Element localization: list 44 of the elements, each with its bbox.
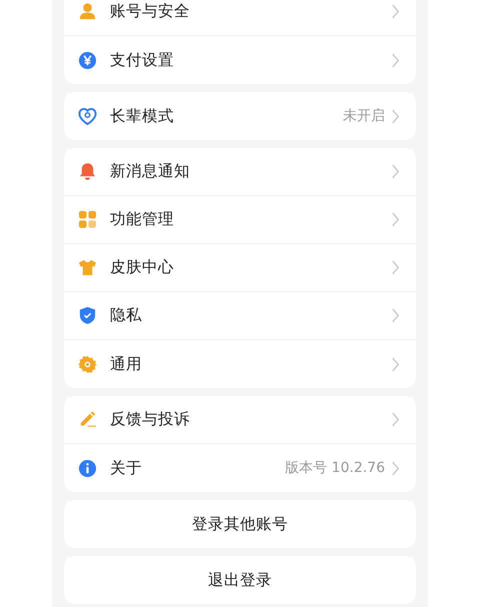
settings-row[interactable]: 新消息通知 (64, 148, 416, 196)
gear-icon (78, 354, 97, 374)
info-icon (78, 458, 97, 478)
shirt-icon (78, 258, 97, 277)
row-label: 新消息通知 (110, 161, 191, 182)
action-button[interactable]: 登录其他账号 (64, 500, 416, 548)
pencil-icon (78, 410, 97, 429)
row-label: 通用 (110, 354, 143, 374)
action-button[interactable]: 退出登录 (64, 556, 416, 604)
row-label: 支付设置 (110, 50, 175, 70)
row-value: 未开启 (343, 107, 385, 125)
chevron-icon (391, 460, 400, 476)
settings-row[interactable]: 反馈与投诉 (64, 396, 416, 444)
chevron-icon (391, 4, 400, 19)
settings-row[interactable]: 支付设置 (64, 36, 416, 84)
row-label: 长辈模式 (110, 106, 175, 126)
grid-icon (78, 210, 97, 229)
settings-row[interactable]: 通用 (64, 340, 416, 388)
person-icon (78, 2, 97, 21)
chevron-icon (391, 212, 400, 227)
chevron-icon (391, 108, 400, 124)
chevron-icon (391, 308, 400, 323)
settings-row[interactable]: 账号与安全 (64, 0, 416, 36)
row-label: 账号与安全 (110, 1, 191, 22)
chevron-icon (391, 260, 400, 275)
row-label: 关于 (110, 458, 143, 478)
chevron-icon (391, 412, 400, 427)
row-label: 功能管理 (110, 209, 175, 230)
row-label: 隐私 (110, 305, 143, 326)
chevron-icon (391, 164, 400, 179)
bell-icon (78, 162, 97, 181)
settings-row[interactable]: 皮肤中心 (64, 244, 416, 292)
row-value: 版本号 10.2.76 (285, 459, 385, 477)
heart-icon (78, 106, 97, 126)
row-label: 皮肤中心 (110, 257, 175, 278)
settings-row[interactable]: 关于 版本号 10.2.76 (64, 444, 416, 492)
yen-icon (78, 50, 97, 70)
chevron-icon (391, 356, 400, 372)
row-label: 反馈与投诉 (110, 409, 191, 430)
chevron-icon (391, 52, 400, 68)
settings-row[interactable]: 隐私 (64, 292, 416, 340)
settings-row[interactable]: 长辈模式 未开启 (64, 92, 416, 140)
settings-row[interactable]: 功能管理 (64, 196, 416, 244)
shield-icon (78, 306, 97, 325)
